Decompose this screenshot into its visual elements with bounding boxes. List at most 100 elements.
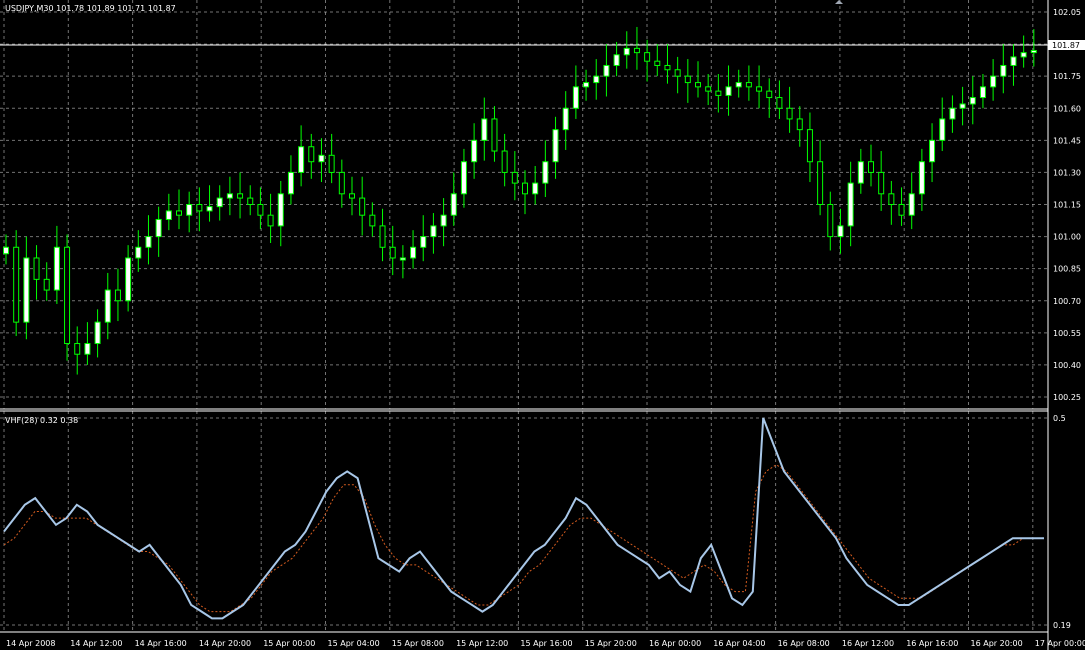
candle-body	[766, 90, 773, 99]
price-axis-label: 100.85	[1053, 265, 1081, 274]
candle-body	[949, 107, 956, 120]
candle-body	[420, 236, 427, 248]
candle-body	[613, 54, 620, 66]
candle-body	[715, 90, 722, 96]
candle-body	[247, 197, 254, 205]
candle-body	[654, 60, 661, 66]
candle-body	[908, 193, 915, 216]
candle-body	[633, 47, 640, 54]
candle-body	[857, 161, 864, 184]
candle-body	[776, 97, 783, 109]
candle-body	[318, 154, 325, 163]
candle-body	[969, 97, 976, 105]
candle-body	[84, 343, 91, 355]
time-axis-label: 15 Apr 08:00	[392, 639, 444, 648]
candle-body	[756, 86, 763, 92]
candle-body	[603, 64, 610, 77]
time-axis-label: 15 Apr 12:00	[456, 639, 508, 648]
main-header: USDJPY,M30 101.78 101.89 101.71 101.87	[5, 4, 176, 13]
candle-body	[837, 225, 844, 238]
candle-body	[918, 161, 925, 195]
candle-body	[389, 246, 396, 259]
candle-body	[878, 171, 885, 195]
time-axis-label: 16 Apr 12:00	[842, 639, 894, 648]
time-axis-label: 14 Apr 20:00	[199, 639, 251, 648]
candle-body	[226, 193, 233, 199]
time-axis-label: 16 Apr 20:00	[971, 639, 1023, 648]
candle-body	[623, 47, 630, 56]
price-axis-label: 101.75	[1053, 72, 1081, 81]
candle-body	[399, 257, 406, 261]
candle-body	[674, 69, 681, 77]
candle-body	[898, 204, 905, 216]
candle-body	[165, 210, 172, 220]
candle-body	[3, 246, 9, 255]
candle-body	[196, 204, 203, 212]
candle-body	[562, 107, 569, 131]
candle-body	[491, 118, 498, 152]
candle-body	[532, 182, 539, 195]
candle-body	[979, 86, 986, 99]
candle-body	[359, 197, 366, 216]
candle-body	[328, 154, 335, 173]
time-axis-label: 15 Apr 00:00	[263, 639, 315, 648]
candle-body	[410, 246, 417, 259]
candle-body	[186, 204, 193, 216]
time-axis-label: 16 Apr 08:00	[778, 639, 830, 648]
candle-body	[695, 82, 701, 88]
candle-body	[705, 86, 712, 92]
time-axis-label: 14 Apr 2008	[6, 639, 55, 648]
candle-body	[939, 118, 946, 141]
price-axis-label: 100.25	[1053, 393, 1081, 402]
price-axis-label: 100.40	[1053, 361, 1081, 370]
candle-body	[847, 182, 854, 227]
price-axis-label: 102.05	[1053, 8, 1081, 17]
candle-body	[572, 86, 579, 109]
time-axis-label: 16 Apr 16:00	[906, 639, 958, 648]
candle-body	[542, 161, 549, 184]
candle-body	[298, 146, 305, 173]
candle-body	[1030, 50, 1037, 54]
candle-body	[817, 161, 824, 206]
candle-body	[23, 257, 30, 323]
time-axis-label: 15 Apr 20:00	[585, 639, 637, 648]
candle-body	[990, 75, 997, 88]
indicator-header: VHF(28) 0.32 0.38	[5, 416, 78, 425]
price-axis-label: 101.15	[1053, 201, 1081, 210]
candle-body	[287, 171, 294, 195]
candle-body	[94, 321, 101, 345]
time-axis-label: 15 Apr 04:00	[328, 639, 380, 648]
candle-body	[308, 146, 315, 163]
candle-body	[430, 225, 437, 238]
candle-body	[125, 257, 132, 302]
trading-chart-window: 102.05101.90101.75101.60101.45101.30101.…	[0, 0, 1085, 650]
candle-body	[511, 171, 518, 184]
candle-body	[135, 246, 142, 259]
candle-body	[644, 52, 651, 62]
time-axis-label: 16 Apr 04:00	[713, 639, 765, 648]
candle-body	[64, 246, 71, 345]
candle-body	[786, 107, 793, 120]
indicator-axis-label: 0.19	[1053, 621, 1071, 630]
candle-body	[369, 214, 376, 227]
candle-body	[552, 129, 559, 163]
candle-body	[501, 150, 508, 173]
candle-body	[471, 139, 478, 163]
time-axis-label: 17 Apr 00:00	[1035, 639, 1085, 648]
candle-body	[522, 182, 528, 195]
candle-body	[745, 82, 752, 88]
candle-body	[206, 206, 213, 212]
price-axis-label: 101.60	[1053, 104, 1081, 113]
candle-body	[888, 193, 895, 206]
candle-body	[806, 129, 813, 163]
candle-body	[338, 171, 345, 195]
current-price-label: 101.87	[1052, 41, 1080, 50]
price-axis-label: 101.30	[1053, 168, 1081, 177]
time-axis-label: 14 Apr 16:00	[135, 639, 187, 648]
candle-body	[827, 204, 834, 238]
price-axis-label: 100.70	[1053, 297, 1081, 306]
candle-body	[155, 218, 162, 238]
candle-body	[114, 289, 121, 302]
candle-body	[684, 75, 691, 84]
indicator-axis-label: 0.5	[1053, 414, 1066, 423]
